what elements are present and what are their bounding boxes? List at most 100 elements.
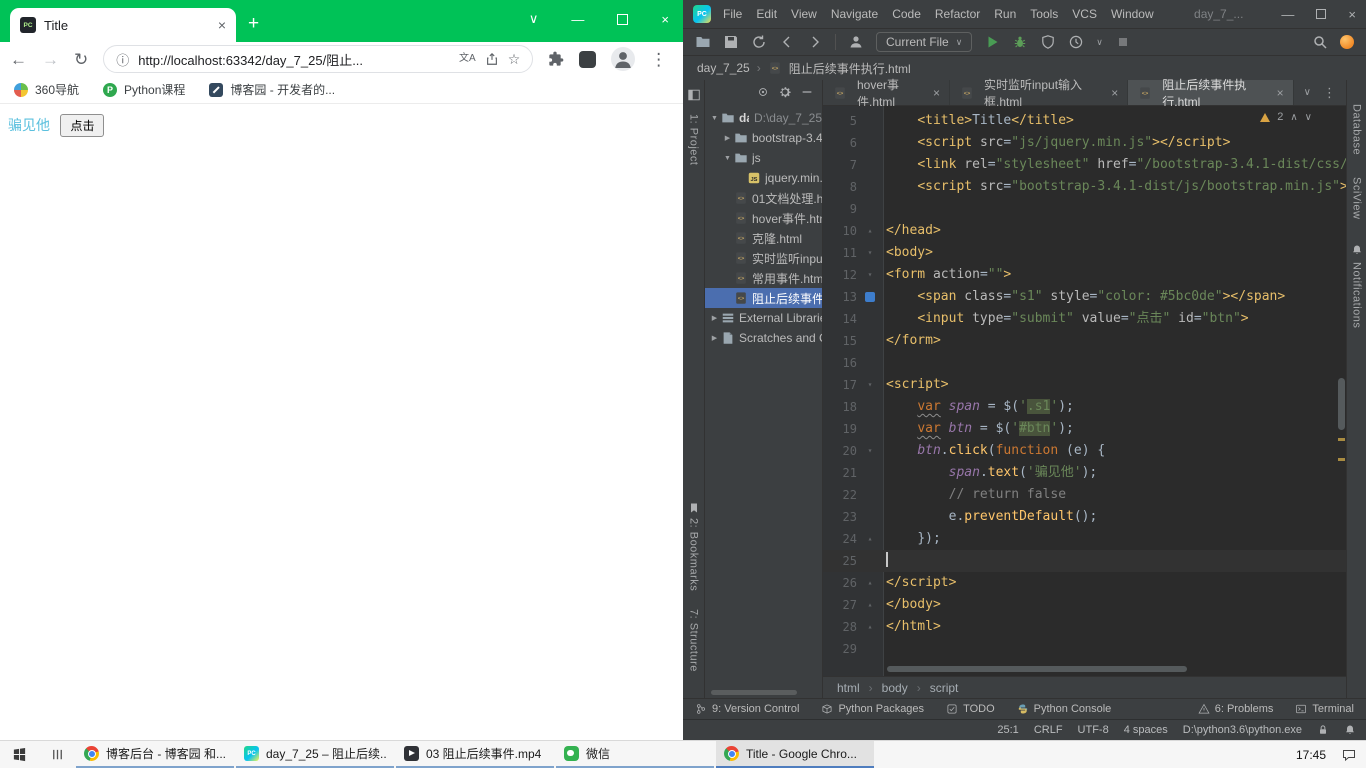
fold-marker-icon[interactable]: ▾	[857, 242, 883, 264]
address-bar[interactable]: ⓘ http://localhost:63342/day_7_25/阻止... …	[103, 45, 534, 73]
interpreter-path[interactable]: D:\python3.6\python.exe	[1183, 724, 1302, 736]
menu-refactor[interactable]: Refactor	[935, 7, 980, 21]
menu-tools[interactable]: Tools	[1030, 7, 1058, 21]
line-separator[interactable]: CRLF	[1034, 724, 1063, 736]
stripe-sciview[interactable]: SciView	[1351, 177, 1363, 219]
menu-kebab-icon[interactable]: ⋮	[650, 51, 667, 68]
tree-item[interactable]: ▶ bootstrap-3.4.1-dist	[705, 128, 822, 148]
breadcrumb-script[interactable]: script	[930, 681, 959, 695]
menu-view[interactable]: View	[791, 7, 817, 21]
code-line-23[interactable]: 23 e.preventDefault();	[823, 506, 1346, 528]
close-tab-icon[interactable]: ×	[933, 86, 940, 100]
prev-warning-icon[interactable]: ∧	[1290, 112, 1297, 123]
tree-item[interactable]: ▼ js	[705, 148, 822, 168]
toolwindow-6-problems[interactable]: 6: Problems	[1198, 703, 1273, 715]
menu-run[interactable]: Run	[994, 7, 1016, 21]
bookmark-item[interactable]: Python课程	[103, 81, 185, 98]
close-tab-icon[interactable]: ×	[1111, 86, 1118, 100]
task-view-button[interactable]	[38, 741, 76, 768]
url-text[interactable]: http://localhost:63342/day_7_25/阻止...	[138, 50, 450, 69]
browser-tab[interactable]: PC Title ×	[10, 8, 236, 42]
shield-icon[interactable]	[1040, 34, 1056, 50]
tree-item[interactable]: <> 阻止后续事件执行.html	[705, 288, 822, 308]
code-line-12[interactable]: 12 ▾ <form action="">	[823, 264, 1346, 286]
code-editor[interactable]: 5 <title>Title</title> 6 <script src="js/…	[823, 106, 1346, 676]
caret-position[interactable]: 25:1	[997, 724, 1018, 736]
new-tab-button[interactable]: +	[248, 13, 259, 35]
fold-marker-icon[interactable]: ▴	[857, 572, 883, 594]
minus-icon[interactable]	[800, 85, 814, 99]
start-button[interactable]	[0, 741, 38, 768]
code-line-27[interactable]: 27 ▴ </body>	[823, 594, 1346, 616]
fold-marker-icon[interactable]: ▴	[857, 220, 883, 242]
tree-item[interactable]: <> 01文档处理.html	[705, 188, 822, 208]
submit-button[interactable]: 点击	[60, 114, 105, 137]
encoding[interactable]: UTF-8	[1078, 724, 1109, 736]
tree-expander-icon[interactable]: ▼	[709, 115, 720, 122]
tree-item[interactable]: <> 常用事件.html	[705, 268, 822, 288]
code-line-22[interactable]: 22 // return false	[823, 484, 1346, 506]
taskbar-app-button[interactable]: 博客后台 - 博客园 和...	[76, 741, 234, 768]
editor-hscrollbar[interactable]	[887, 666, 1187, 672]
tree-item[interactable]: ▶ Scratches and Consoles	[705, 328, 822, 348]
code-line-16[interactable]: 16	[823, 352, 1346, 374]
taskbar-app-button[interactable]: 微信	[556, 741, 714, 768]
stripe-database[interactable]: Database	[1351, 104, 1363, 155]
code-line-25[interactable]: 25	[823, 550, 1346, 572]
extensions-puzzle-icon[interactable]	[548, 51, 564, 67]
warning-stripe-mark[interactable]	[1338, 458, 1345, 461]
editor-tab[interactable]: <> 实时监听input输入框.html ×	[950, 78, 1129, 109]
code-line-6[interactable]: 6 <script src="js/jquery.min.js"></scrip…	[823, 132, 1346, 154]
sync-icon[interactable]	[751, 34, 767, 50]
profile-avatar[interactable]	[611, 47, 636, 71]
folder-icon[interactable]	[695, 34, 711, 50]
clock[interactable]: 17:45	[1290, 741, 1332, 768]
code-line-14[interactable]: 14 <input type="submit" value="点击" id="b…	[823, 308, 1346, 330]
toolwindow-python-console[interactable]: Python Console	[1017, 703, 1111, 715]
close-tab-icon[interactable]: ×	[1277, 86, 1284, 100]
menu-code[interactable]: Code	[892, 7, 921, 21]
tree-expander-icon[interactable]: ▶	[722, 134, 733, 142]
tabs-dropdown-icon[interactable]: ∨	[1304, 87, 1311, 98]
code-line-15[interactable]: 15 </form>	[823, 330, 1346, 352]
warning-stripe-mark[interactable]	[1338, 438, 1345, 441]
target-icon[interactable]	[756, 85, 770, 99]
breadcrumb-html[interactable]: html	[837, 681, 860, 695]
nav-breadcrumb-project[interactable]: day_7_25	[697, 61, 750, 75]
panel-icon[interactable]	[687, 88, 701, 102]
bug-icon[interactable]	[1012, 34, 1028, 50]
code-line-8[interactable]: 8 <script src="bootstrap-3.4.1-dist/js/b…	[823, 176, 1346, 198]
fwd-icon[interactable]	[807, 34, 823, 50]
tabs-menu-icon[interactable]: ⋮	[1323, 85, 1336, 101]
menu-window[interactable]: Window	[1111, 7, 1154, 21]
tree-item[interactable]: JS jquery.min.js	[705, 168, 822, 188]
tree-item[interactable]: ▶ External Libraries	[705, 308, 822, 328]
code-line-29[interactable]: 29	[823, 638, 1346, 660]
fold-marker-icon[interactable]: ▴	[857, 528, 883, 550]
stripe-structure[interactable]: 7: Structure	[688, 609, 700, 672]
code-line-7[interactable]: 7 <link rel="stylesheet" href="/bootstra…	[823, 154, 1346, 176]
tree-item[interactable]: <> hover事件.html	[705, 208, 822, 228]
taskbar-app-button[interactable]: 03 阻止后续事件.mp4	[396, 741, 554, 768]
save-icon[interactable]	[723, 34, 739, 50]
taskbar-app-button[interactable]: day_7_25 – 阻止后续...	[236, 741, 394, 768]
code-line-9[interactable]: 9	[823, 198, 1346, 220]
stripe-project[interactable]: 1: Project	[688, 114, 700, 165]
editor-tab[interactable]: <> 阻止后续事件执行.html ×	[1128, 78, 1294, 109]
tree-expander-icon[interactable]: ▶	[709, 314, 720, 322]
reload-icon[interactable]: ↻	[74, 51, 88, 68]
editor-vscrollbar[interactable]	[1338, 378, 1345, 430]
menu-file[interactable]: File	[723, 7, 742, 21]
editor-tab[interactable]: <> hover事件.html ×	[823, 78, 950, 109]
stop-icon[interactable]	[1115, 34, 1131, 50]
lock-icon[interactable]	[1317, 724, 1329, 736]
code-line-10[interactable]: 10 ▴ </head>	[823, 220, 1346, 242]
stripe-notifications[interactable]: Notifications	[1351, 262, 1363, 328]
code-line-17[interactable]: 17 ▾ <script>	[823, 374, 1346, 396]
minimize-icon[interactable]: —	[571, 12, 584, 27]
toolwindow-python-packages[interactable]: Python Packages	[821, 703, 924, 715]
fold-marker-icon[interactable]: ▾	[857, 264, 883, 286]
forward-icon[interactable]: →	[42, 51, 59, 68]
next-warning-icon[interactable]: ∨	[1305, 112, 1312, 123]
inspection-widget[interactable]: 2 ∧ ∨	[1260, 111, 1312, 123]
